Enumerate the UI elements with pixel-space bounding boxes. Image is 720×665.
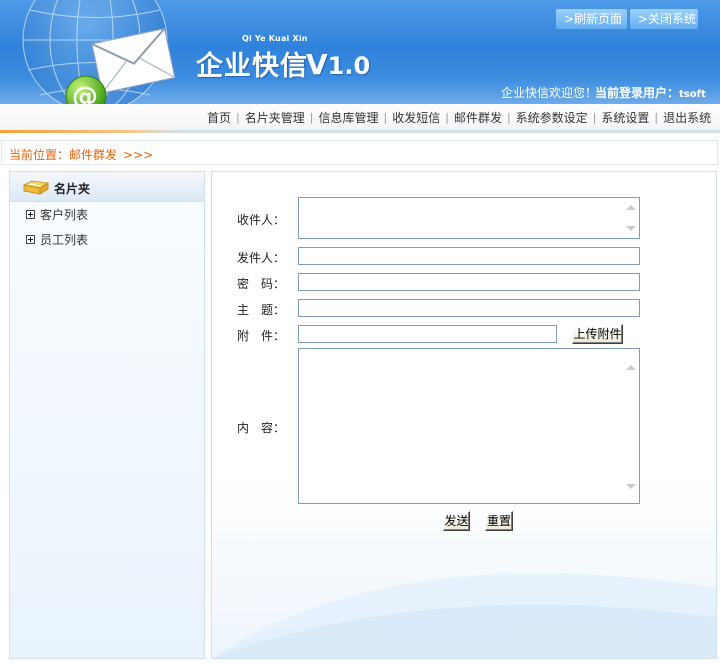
upload-attachment-button[interactable]: 上传附件 (572, 324, 623, 344)
breadcrumb-text: 当前位置：邮件群发 >>> (9, 146, 153, 163)
attachment-input[interactable] (298, 325, 557, 343)
scroll-down-icon[interactable] (626, 484, 636, 489)
nav-underline-accent (0, 130, 180, 133)
sidebar: 名片夹 客户列表 员工列表 (9, 171, 205, 659)
sidebar-title: 名片夹 (54, 182, 91, 196)
current-user-name: tsoft (679, 89, 706, 100)
header-banner: @ Qi Ye Kuai Xin 企业快信 V1.0 >刷新页面 >关闭系统 企… (0, 0, 720, 104)
email-logo-icon: @ (22, 0, 176, 104)
sender-label: 发件人： (237, 251, 286, 265)
nav-item-system-params[interactable]: 系统参数设定 (511, 109, 593, 126)
nav-item-sms[interactable]: 收发短信 (387, 109, 445, 126)
nav-item-home[interactable]: 首页 (202, 109, 236, 126)
brand-version-number: 1.0 (327, 52, 371, 80)
card-folder-icon (23, 180, 49, 195)
breadcrumb: 当前位置：邮件群发 >>> (1, 140, 718, 165)
sender-input[interactable] (298, 247, 640, 265)
breadcrumb-arrows: >>> (123, 148, 154, 162)
expand-plus-icon[interactable] (26, 234, 35, 244)
attachment-label: 附 件： (237, 329, 286, 343)
refresh-page-button[interactable]: >刷新页面 (556, 9, 627, 29)
brand-title: 企业快信 (196, 51, 308, 82)
sidebar-header: 名片夹 (10, 172, 204, 202)
nav-item-card-folder[interactable]: 名片夹管理 (240, 109, 310, 126)
welcome-text: 企业快信欢迎您！ (501, 86, 598, 100)
main-nav: 首页 | 名片夹管理 | 信息库管理 | 收发短信 | 邮件群发 | 系统参数设… (0, 104, 720, 133)
password-label: 密 码： (237, 277, 286, 291)
nav-item-logout[interactable]: 退出系统 (658, 109, 716, 126)
scroll-up-icon[interactable] (626, 205, 636, 210)
content-label: 内 容： (237, 421, 286, 435)
nav-item-info-library[interactable]: 信息库管理 (313, 109, 383, 126)
subject-input[interactable] (298, 299, 640, 317)
brand-version: V1.0 (306, 48, 370, 81)
svg-text:@: @ (72, 82, 98, 104)
expand-plus-icon[interactable] (26, 209, 35, 219)
recipient-label: 收件人： (237, 213, 286, 227)
send-button[interactable]: 发送 (443, 511, 470, 531)
nav-item-mass-email[interactable]: 邮件群发 (449, 109, 507, 126)
sidebar-item-employee-list[interactable]: 员工列表 (26, 230, 88, 248)
sidebar-item-label: 客户列表 (40, 207, 89, 222)
recipient-scrollbar[interactable] (623, 198, 639, 238)
mail-form-panel: 收件人： 发件人： 密 码： 主 题： 附 件： 上传附件 内 容： 发送 重置 (211, 171, 717, 659)
reset-button[interactable]: 重置 (485, 511, 513, 531)
recipient-textarea[interactable] (298, 197, 640, 239)
scroll-down-icon[interactable] (626, 226, 636, 231)
current-user: 当前登录用户：tsoft (595, 84, 706, 101)
nav-item-system-settings[interactable]: 系统设置 (596, 109, 654, 126)
password-input[interactable] (298, 273, 640, 291)
scroll-up-icon[interactable] (626, 365, 636, 370)
brand-pinyin: Qi Ye Kuai Xin (242, 34, 308, 43)
brand-version-letter: V (306, 48, 328, 81)
breadcrumb-location: 当前位置：邮件群发 (9, 148, 118, 162)
sidebar-item-customer-list[interactable]: 客户列表 (26, 205, 88, 223)
nav-items: 首页 | 名片夹管理 | 信息库管理 | 收发短信 | 邮件群发 | 系统参数设… (202, 109, 716, 126)
close-system-button[interactable]: >关闭系统 (630, 9, 698, 29)
subject-label: 主 题： (237, 303, 286, 317)
content-textarea[interactable] (298, 348, 640, 504)
content-scrollbar[interactable] (623, 349, 639, 503)
sidebar-item-label: 员工列表 (40, 232, 89, 247)
current-user-label: 当前登录用户： (595, 86, 680, 100)
